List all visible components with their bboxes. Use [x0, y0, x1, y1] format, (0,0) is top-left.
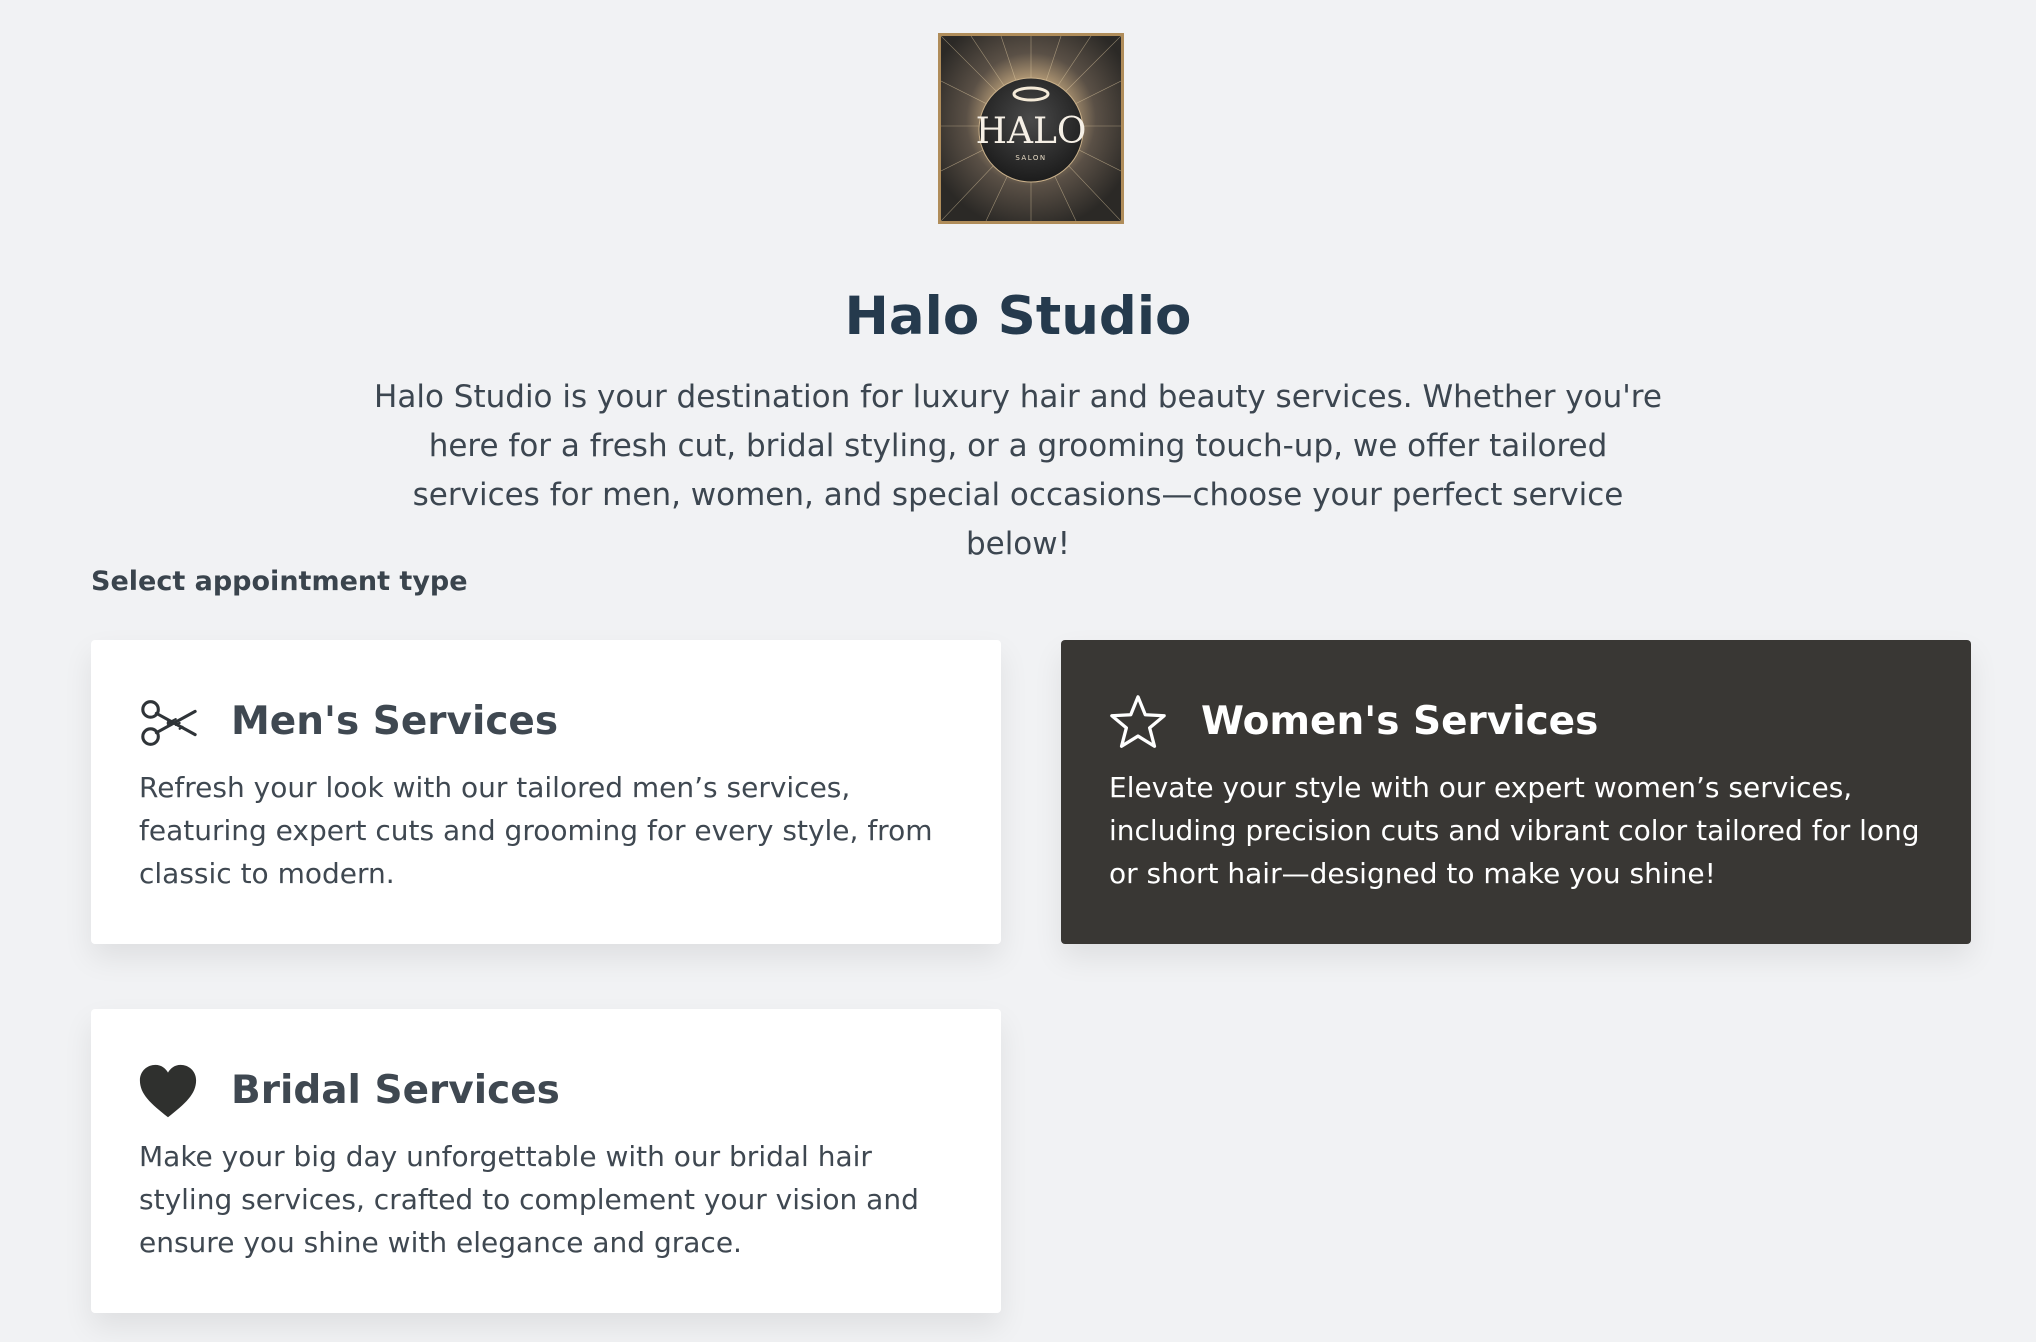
intro-description: Halo Studio is your destination for luxu… [374, 379, 1662, 562]
heart-icon [137, 1061, 199, 1123]
scissors-icon [137, 692, 199, 754]
bridal-services-card[interactable]: Bridal Services Make your big day unforg… [91, 1009, 1001, 1313]
logo-wordmark: HALO [976, 111, 1087, 152]
womens-services-card[interactable]: Women's Services Elevate your style with… [1061, 640, 1971, 944]
halo-salon-logo: HALO SALON [938, 33, 1124, 224]
womens-services-description: Elevate your style with our expert women… [1109, 771, 1920, 890]
mens-services-card[interactable]: Men's Services Refresh your look with ou… [91, 640, 1001, 944]
logo-subtext: SALON [1015, 154, 1046, 162]
bridal-services-description: Make your big day unforgettable with our… [139, 1140, 919, 1259]
page-title: Halo Studio [844, 286, 1192, 347]
womens-services-title: Women's Services [1201, 699, 1599, 744]
star-icon [1107, 692, 1169, 754]
appointment-type-label: Select appointment type [91, 566, 468, 597]
bridal-services-title: Bridal Services [231, 1068, 560, 1113]
mens-services-title: Men's Services [231, 699, 559, 744]
mens-services-description: Refresh your look with our tailored men’… [139, 771, 933, 890]
